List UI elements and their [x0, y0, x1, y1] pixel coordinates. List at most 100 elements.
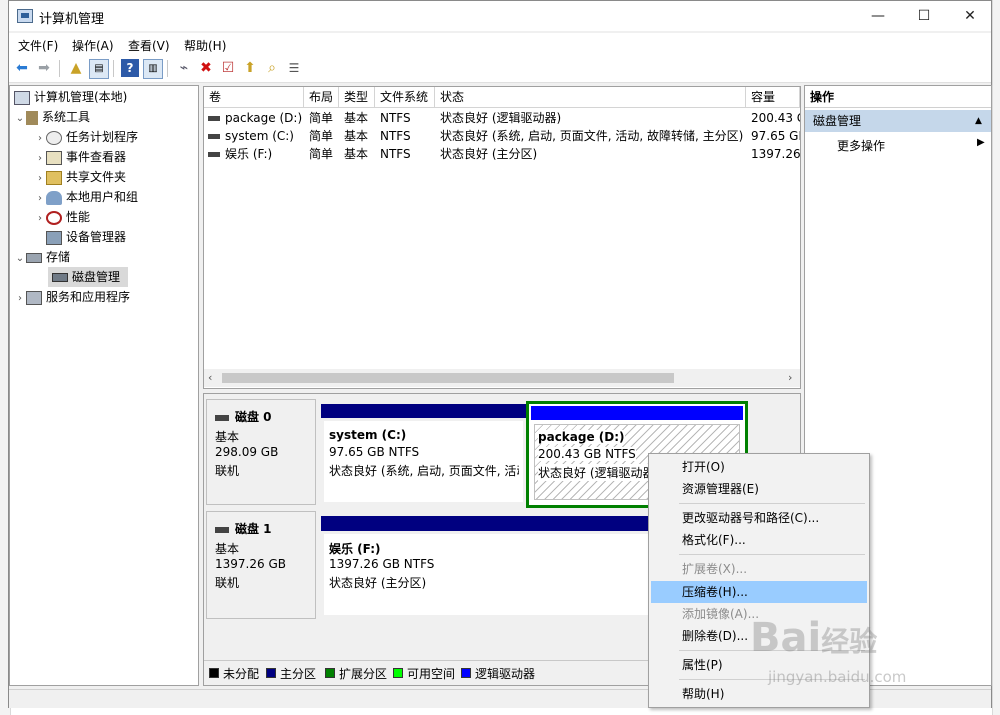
- disk-1-label[interactable]: 磁盘 1 基本 1397.26 GB 联机: [206, 511, 316, 619]
- header-divider: [204, 107, 800, 108]
- forward-arrow-icon[interactable]: ➡: [35, 59, 53, 77]
- partition-system[interactable]: system (C:) 97.65 GB NTFS 状态良好 (系统, 启动, …: [321, 404, 526, 505]
- users-icon: [46, 190, 62, 205]
- storage-icon: [26, 252, 42, 263]
- tree-label: 计算机管理(本地): [34, 90, 128, 104]
- actions-header: 操作: [805, 86, 991, 108]
- tree-item-root[interactable]: 计算机管理(本地): [14, 87, 127, 107]
- device-manager-icon: [46, 230, 62, 245]
- title-bar: 计算机管理 — ☐ ✕: [9, 1, 991, 31]
- legend-swatch-primary: [266, 668, 276, 678]
- menu-action[interactable]: 操作(A): [72, 37, 114, 54]
- volume-icon: [208, 134, 220, 139]
- chevron-right-icon[interactable]: ›: [14, 289, 26, 309]
- menu-item-help[interactable]: 帮助(H): [651, 683, 867, 705]
- column-header-status[interactable]: 状态: [435, 87, 746, 107]
- menu-view[interactable]: 查看(V): [128, 37, 170, 54]
- tree-item-system-tools[interactable]: ⌄ 系统工具: [14, 107, 90, 127]
- collapse-up-icon[interactable]: ▲: [975, 110, 982, 132]
- tree-label: 系统工具: [42, 110, 91, 124]
- column-header-layout[interactable]: 布局: [304, 87, 339, 107]
- tree-label: 任务计划程序: [66, 130, 139, 144]
- horizontal-scrollbar[interactable]: ‹ ›: [204, 369, 800, 387]
- tree-item-local-users[interactable]: › 本地用户和组: [34, 187, 138, 207]
- performance-icon: [46, 210, 62, 225]
- chevron-right-icon[interactable]: ›: [34, 149, 46, 169]
- maximize-button[interactable]: ☐: [901, 1, 947, 31]
- column-header-filesystem[interactable]: 文件系统: [375, 87, 435, 107]
- clock-icon: [46, 130, 62, 145]
- minimize-button[interactable]: —: [855, 1, 901, 31]
- toolbar-separator: [167, 60, 168, 77]
- toolbar-separator: [59, 60, 60, 77]
- chevron-down-icon[interactable]: ⌄: [14, 249, 26, 269]
- menu-file[interactable]: 文件(F): [18, 37, 58, 54]
- background-right: [992, 0, 1000, 715]
- tree-item-event-viewer[interactable]: › 事件查看器: [34, 147, 126, 167]
- tree-item-device-manager[interactable]: 设备管理器: [34, 227, 126, 247]
- disk-0-label[interactable]: 磁盘 0 基本 298.09 GB 联机: [206, 399, 316, 505]
- computer-icon: [14, 90, 30, 105]
- tree-item-services-apps[interactable]: › 服务和应用程序: [14, 287, 130, 307]
- menu-item-change-drive-letter[interactable]: 更改驱动器号和路径(C)...: [651, 507, 867, 529]
- up-folder-icon[interactable]: ▲: [67, 59, 85, 77]
- console-tree-pane: 计算机管理(本地) ⌄ 系统工具 › 任务计划程序 › 事件查看器 › 共享文件夹 › 本…: [9, 85, 199, 686]
- close-button[interactable]: ✕: [947, 1, 993, 31]
- menu-item-open[interactable]: 打开(O): [651, 456, 867, 478]
- chevron-right-icon[interactable]: ›: [34, 169, 46, 189]
- legend-logical: 逻辑驱动器: [475, 667, 536, 681]
- menu-help[interactable]: 帮助(H): [184, 37, 226, 54]
- partition-bar: [321, 404, 526, 418]
- event-log-icon: [46, 150, 62, 165]
- help-icon[interactable]: ?: [121, 59, 139, 77]
- menu-item-extend-volume: 扩展卷(X)...: [682, 562, 748, 576]
- chevron-right-icon[interactable]: ›: [34, 189, 46, 209]
- console-tree-icon[interactable]: ▤: [89, 59, 109, 79]
- tree-label: 共享文件夹: [66, 170, 127, 184]
- legend-swatch-logical: [461, 668, 471, 678]
- tree-item-task-scheduler[interactable]: › 任务计划程序: [34, 127, 138, 147]
- submenu-arrow-icon[interactable]: ▶: [977, 137, 985, 148]
- table-row[interactable]: 娱乐 (F:) 简单 基本 NTFS 状态良好 (主分区) 1397.26: [204, 145, 800, 163]
- new-folder-icon[interactable]: ⬆: [241, 59, 259, 77]
- tree-item-performance[interactable]: › 性能: [34, 207, 90, 227]
- chevron-right-icon[interactable]: ›: [34, 209, 46, 229]
- column-header-type[interactable]: 类型: [339, 87, 375, 107]
- column-header-volume[interactable]: 卷: [204, 87, 304, 107]
- chevron-down-icon[interactable]: ⌄: [14, 109, 26, 129]
- legend-extended: 扩展分区: [339, 667, 388, 681]
- more-actions-item[interactable]: 更多操作: [837, 136, 885, 156]
- show-action-pane-icon[interactable]: ▥: [143, 59, 163, 79]
- tree-item-storage[interactable]: ⌄ 存储: [14, 247, 70, 267]
- menu-separator: [679, 503, 865, 504]
- services-icon: [26, 290, 42, 305]
- actions-section-disk-management[interactable]: 磁盘管理 ▲: [805, 110, 991, 132]
- tree-item-disk-management[interactable]: 磁盘管理: [48, 267, 128, 287]
- menu-item-explore[interactable]: 资源管理器(E): [651, 478, 867, 500]
- tree-label: 设备管理器: [66, 230, 127, 244]
- scroll-right-icon[interactable]: ›: [788, 371, 792, 384]
- tree-item-shared-folders[interactable]: › 共享文件夹: [34, 167, 126, 187]
- tree-label: 磁盘管理: [72, 270, 121, 284]
- tree-label: 存储: [46, 250, 71, 264]
- scrollbar-thumb[interactable]: [222, 373, 674, 383]
- list-view-icon[interactable]: ☰: [285, 59, 303, 77]
- volume-icon: [208, 152, 220, 157]
- menu-item-format[interactable]: 格式化(F)...: [651, 529, 867, 551]
- legend-primary: 主分区: [280, 667, 317, 681]
- chevron-right-icon[interactable]: ›: [34, 129, 46, 149]
- table-row[interactable]: system (C:) 简单 基本 NTFS 状态良好 (系统, 启动, 页面文…: [204, 127, 800, 145]
- search-folder-icon[interactable]: ⌕: [263, 59, 281, 77]
- legend-swatch-unallocated: [209, 668, 219, 678]
- delete-icon[interactable]: ✖: [197, 59, 215, 77]
- table-row[interactable]: package (D:) 简单 基本 NTFS 状态良好 (逻辑驱动器) 200…: [204, 109, 800, 127]
- back-arrow-icon[interactable]: ⬅: [13, 59, 31, 77]
- properties-icon[interactable]: ☑: [219, 59, 237, 77]
- disk-icon: [215, 414, 229, 421]
- connect-icon[interactable]: ⌁: [175, 59, 193, 77]
- menu-item-shrink-volume[interactable]: 压缩卷(H)...: [651, 581, 867, 603]
- scroll-left-icon[interactable]: ‹: [208, 371, 212, 384]
- shared-folder-icon: [46, 170, 62, 185]
- baidu-watermark: Bai经验: [750, 615, 878, 661]
- column-header-capacity[interactable]: 容量: [746, 87, 800, 107]
